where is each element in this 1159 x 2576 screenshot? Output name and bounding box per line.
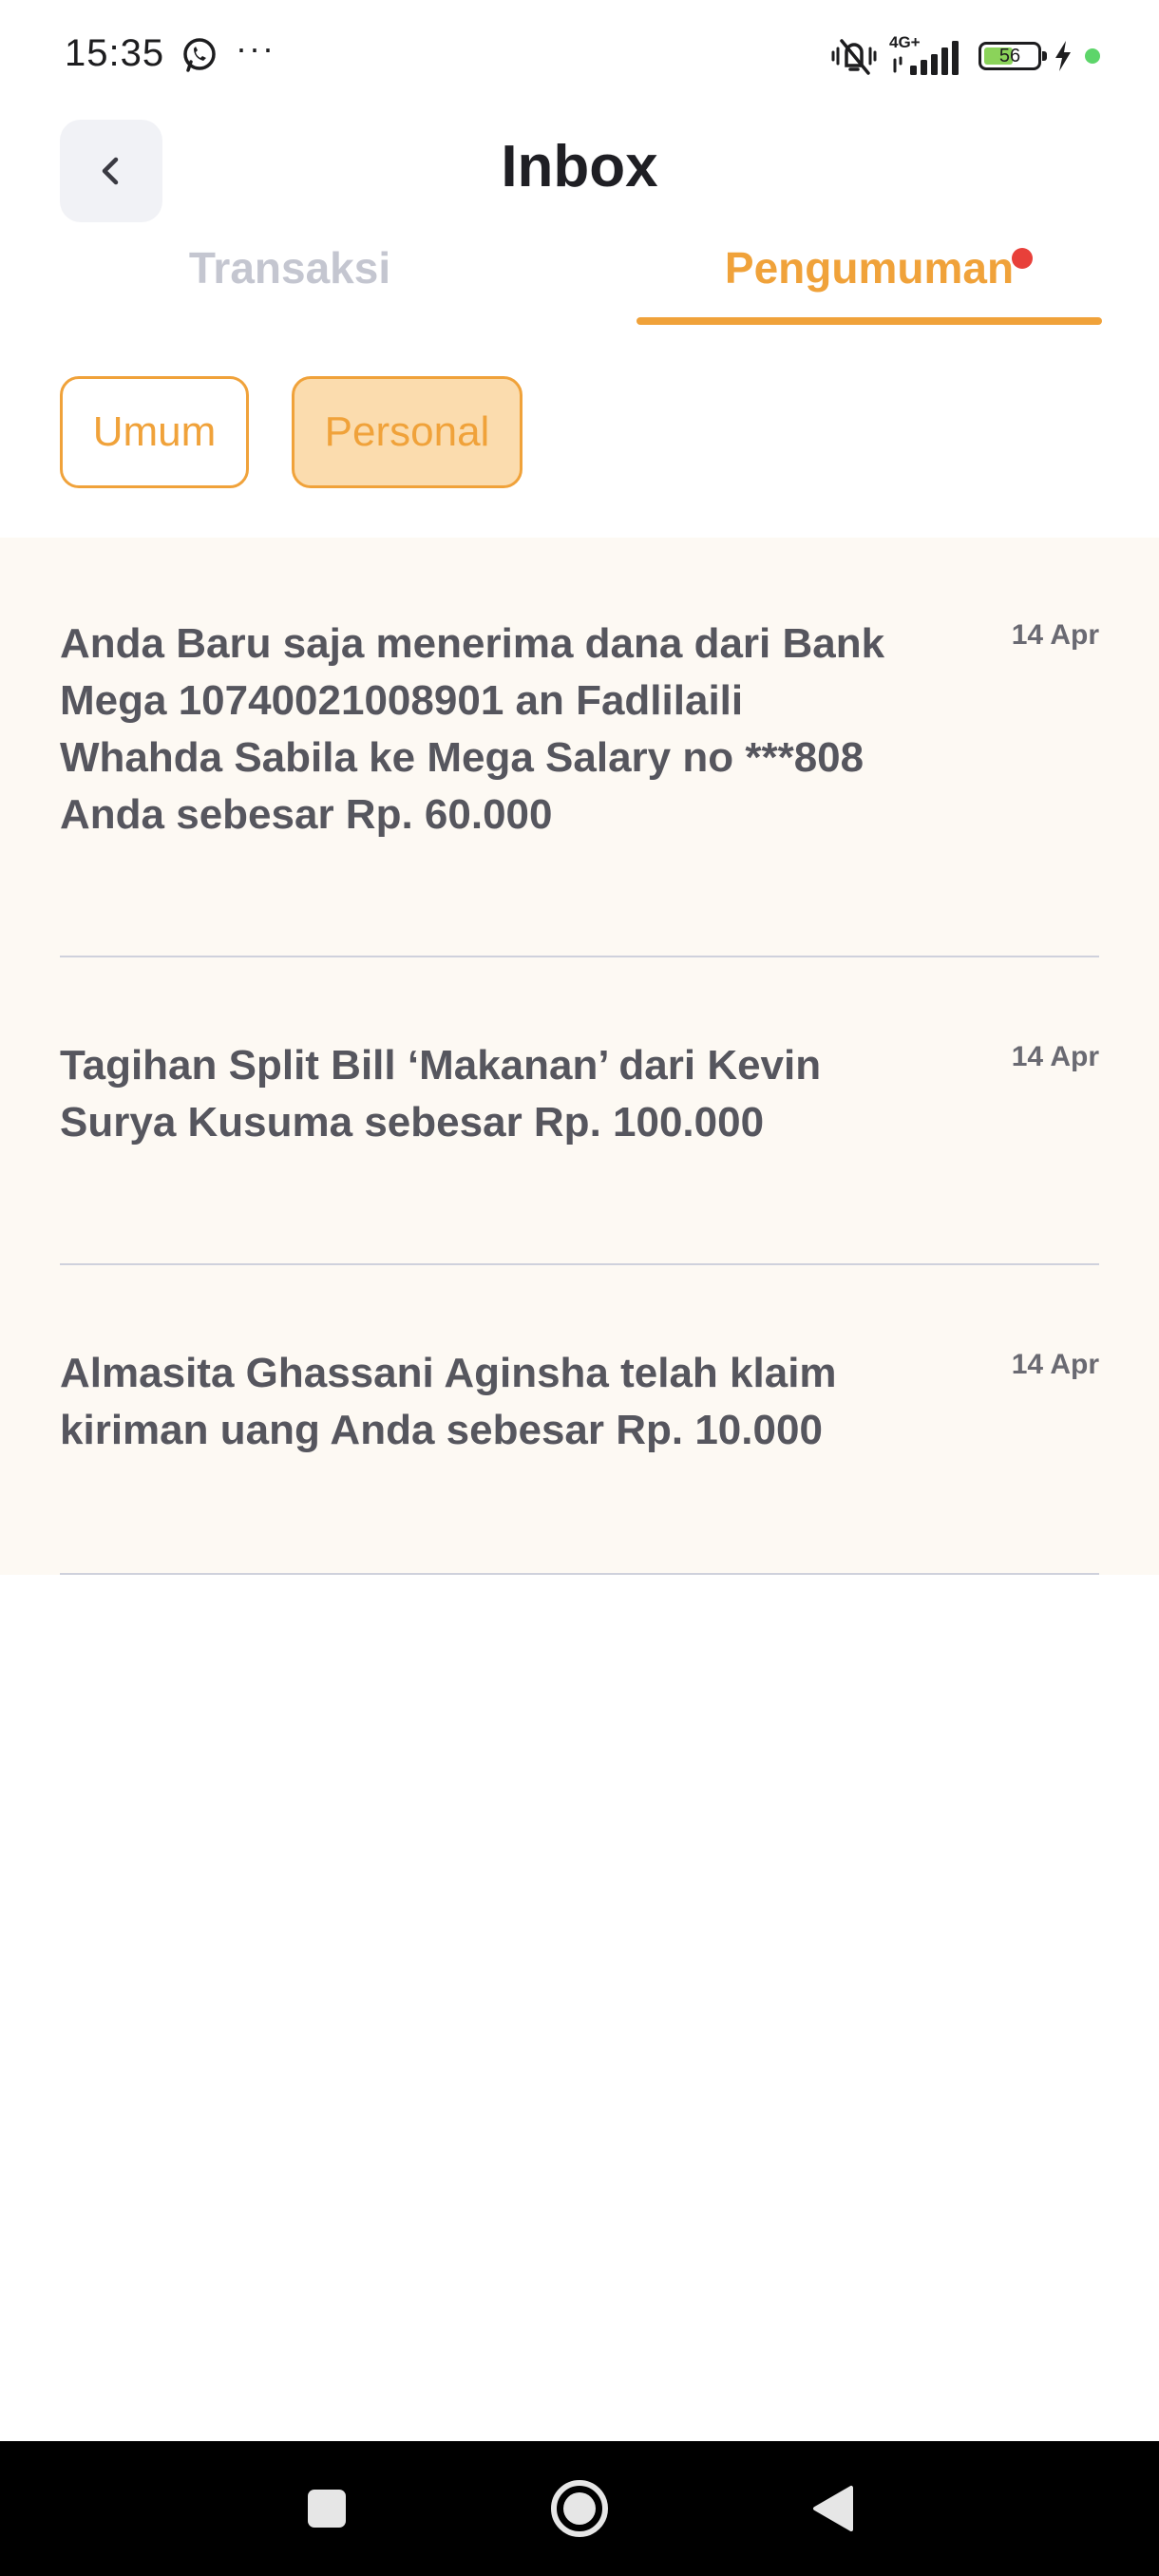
message-text: Tagihan Split Bill ‘Makanan’ dari Kevin … [60,1042,822,1146]
active-tab-indicator [636,317,1102,325]
recents-button[interactable] [260,2441,393,2576]
message-date: 14 Apr [1011,1041,1099,1072]
divider [60,1573,1099,1575]
system-navigation-bar [0,2441,1159,2576]
message-text: Anda Baru saja menerima dana dari Bank M… [60,620,885,838]
tab-pengumuman[interactable]: Pengumuman [636,242,1102,328]
battery-icon: 56 [978,42,1047,70]
status-icons: 4G+ 56 [830,33,1100,78]
tab-label: Pengumuman [724,243,1015,293]
message-date: 14 Apr [1011,1349,1099,1380]
square-icon [308,2490,346,2528]
chip-label: Personal [324,408,490,455]
message-date: 14 Apr [1011,619,1099,651]
message-text: Almasita Ghassani Aginsha telah klaim ki… [60,1350,837,1453]
battery-cap [1042,51,1047,61]
signal-icon: 4G+ [889,33,961,77]
charging-icon [1055,41,1071,71]
divider [60,1263,1099,1265]
system-back-button[interactable] [766,2441,899,2576]
status-bar: 15:35 ··· 4G+ 56 [0,0,1159,104]
filter-chip-personal[interactable]: Personal [292,376,522,488]
notification-dot [1012,248,1034,269]
triangle-back-icon [813,2486,853,2531]
message-list: Anda Baru saja menerima dana dari Bank M… [0,538,1159,1575]
circle-icon [551,2480,608,2537]
chip-label: Umum [92,408,217,455]
divider [60,956,1099,957]
more-notifications-icon: ··· [236,28,276,67]
status-time: 15:35 [65,32,165,74]
vibrate-mute-icon [831,39,877,75]
filter-chip-umum[interactable]: Umum [60,376,249,488]
privacy-indicator-dot [1085,48,1100,64]
battery-level: 56 [998,46,1021,66]
page-title: Inbox [501,134,658,199]
tab-label: Transaksi [188,243,391,293]
whatsapp-icon [183,38,216,72]
tab-transaksi[interactable]: Transaksi [57,242,522,328]
home-button[interactable] [513,2441,646,2576]
